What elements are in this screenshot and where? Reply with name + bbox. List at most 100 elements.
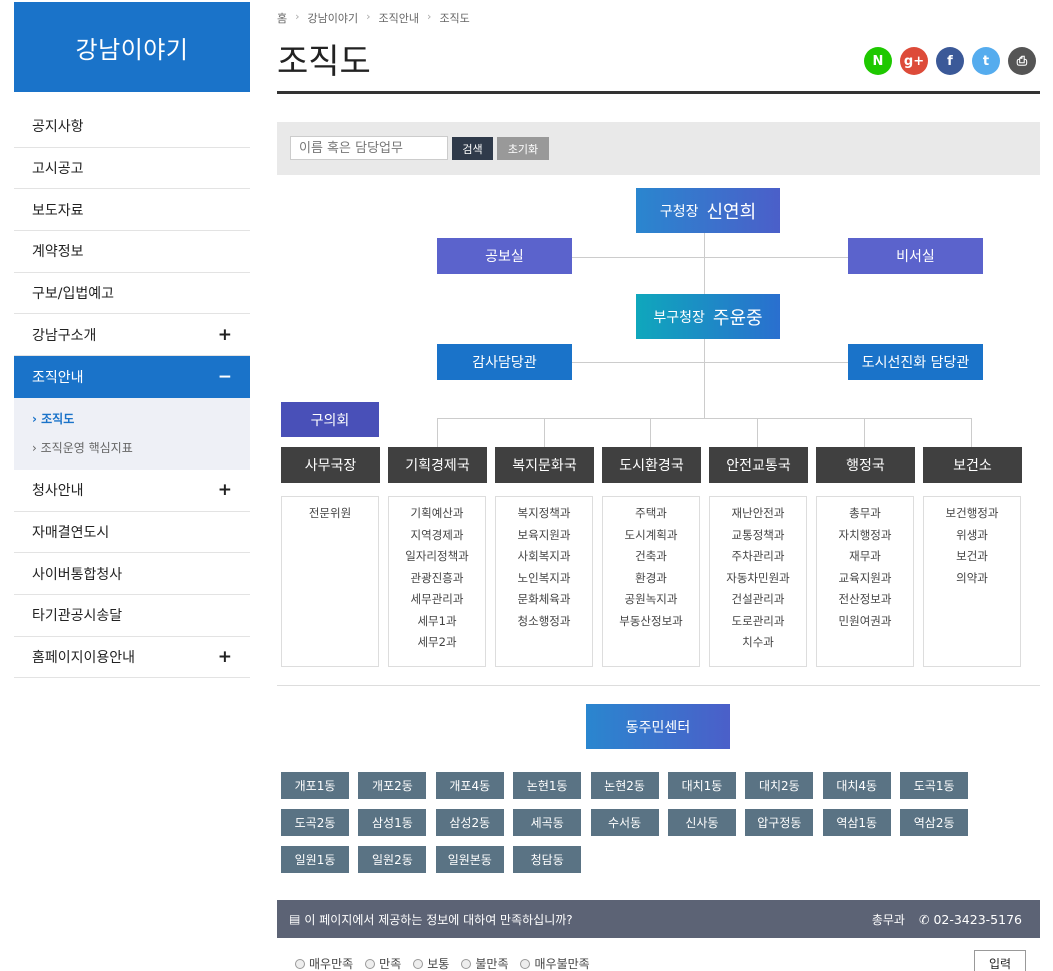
council-box[interactable]: 구의회 [281, 402, 379, 437]
sidebar-item[interactable]: 강남구소개 + [14, 314, 250, 357]
team-link[interactable]: 전산정보과 [817, 589, 913, 611]
department-header[interactable]: 안전교통국 [709, 447, 808, 483]
team-link[interactable]: 전문위원 [282, 503, 378, 525]
team-link[interactable]: 재무과 [817, 546, 913, 568]
urban-officer-box[interactable]: 도시선진화 담당관 [848, 344, 983, 380]
submenu-item[interactable]: › 조직도 [32, 404, 232, 433]
site-title[interactable]: 강남이야기 [14, 2, 250, 92]
team-link[interactable]: 기획예산과 [389, 503, 485, 525]
dong-button[interactable]: 세곡동 [513, 809, 582, 836]
survey-radio-option[interactable]: 매우불만족 [520, 955, 590, 971]
dong-button[interactable]: 수서동 [590, 809, 659, 836]
dong-button[interactable]: 일원1동 [281, 846, 349, 873]
dong-button[interactable]: 역삼1동 [822, 809, 891, 836]
submenu-item[interactable]: › 조직운영 핵심지표 [32, 433, 232, 462]
survey-radio-option[interactable]: 만족 [365, 955, 401, 971]
google-plus-icon[interactable]: g+ [900, 47, 928, 75]
survey-submit-button[interactable]: 입력 [974, 950, 1026, 971]
sidebar-item[interactable]: 자매결연도시 [14, 512, 250, 554]
team-link[interactable]: 도시계획과 [603, 525, 699, 547]
pr-office-box[interactable]: 공보실 [437, 238, 572, 274]
radio-button[interactable] [520, 958, 531, 969]
team-link[interactable]: 건축과 [603, 546, 699, 568]
reset-button[interactable]: 초기화 [497, 137, 549, 160]
dong-button[interactable]: 개포4동 [435, 772, 504, 799]
team-link[interactable]: 보건과 [924, 546, 1020, 568]
team-link[interactable]: 민원여권과 [817, 611, 913, 633]
team-link[interactable]: 세무2과 [389, 632, 485, 654]
deputy-mayor-box[interactable]: 부구청장 주윤중 [636, 294, 780, 339]
dong-button[interactable]: 일원2동 [358, 846, 427, 873]
team-link[interactable]: 보건행정과 [924, 503, 1020, 525]
team-link[interactable]: 위생과 [924, 525, 1020, 547]
team-link[interactable]: 사회복지과 [496, 546, 592, 568]
dong-button[interactable]: 대치2동 [745, 772, 814, 799]
search-input[interactable] [290, 136, 448, 160]
team-link[interactable]: 세무1과 [389, 611, 485, 633]
dong-button[interactable]: 논현2동 [590, 772, 659, 799]
dong-button[interactable]: 청담동 [513, 846, 582, 873]
dong-button[interactable]: 개포1동 [281, 772, 349, 799]
audit-officer-box[interactable]: 감사담당관 [437, 344, 572, 380]
dong-button[interactable]: 도곡1동 [900, 772, 969, 799]
department-header[interactable]: 도시환경국 [602, 447, 701, 483]
team-link[interactable]: 공원녹지과 [603, 589, 699, 611]
twitter-icon[interactable]: t [972, 47, 1000, 75]
mayor-box[interactable]: 구청장 신연희 [636, 188, 780, 233]
radio-button[interactable] [461, 958, 472, 969]
team-link[interactable]: 주택과 [603, 503, 699, 525]
team-link[interactable]: 교육지원과 [817, 568, 913, 590]
sidebar-item[interactable]: 청사안내 + [14, 470, 250, 512]
team-link[interactable]: 환경과 [603, 568, 699, 590]
team-link[interactable]: 보육지원과 [496, 525, 592, 547]
dong-button[interactable]: 논현1동 [513, 772, 582, 799]
survey-radio-option[interactable]: 보통 [413, 955, 449, 971]
dong-button[interactable]: 삼성1동 [358, 809, 427, 836]
dong-button[interactable]: 대치4동 [822, 772, 891, 799]
sidebar-item[interactable]: 고시공고 [14, 148, 250, 190]
naver-icon[interactable]: N [864, 47, 892, 75]
facebook-icon[interactable]: f [936, 47, 964, 75]
radio-button[interactable] [413, 958, 424, 969]
team-link[interactable]: 주차관리과 [710, 546, 806, 568]
team-link[interactable]: 도로관리과 [710, 611, 806, 633]
department-header[interactable]: 행정국 [816, 447, 915, 483]
breadcrumb-item[interactable]: 조직도 [439, 10, 469, 26]
team-link[interactable]: 부동산정보과 [603, 611, 699, 633]
breadcrumb-item[interactable]: 홈 [277, 10, 287, 26]
team-link[interactable]: 자치행정과 [817, 525, 913, 547]
dong-button[interactable]: 일원본동 [435, 846, 504, 873]
team-link[interactable]: 치수과 [710, 632, 806, 654]
print-icon[interactable]: ⎙ [1008, 47, 1036, 75]
team-link[interactable]: 의약과 [924, 568, 1020, 590]
team-link[interactable]: 관광진흥과 [389, 568, 485, 590]
team-link[interactable]: 지역경제과 [389, 525, 485, 547]
team-link[interactable]: 교통정책과 [710, 525, 806, 547]
breadcrumb-item[interactable]: 강남이야기 [308, 10, 359, 26]
team-link[interactable]: 총무과 [817, 503, 913, 525]
team-link[interactable]: 문화체육과 [496, 589, 592, 611]
survey-radio-option[interactable]: 매우만족 [295, 955, 353, 971]
radio-button[interactable] [295, 958, 305, 969]
sidebar-item[interactable]: 보도자료 [14, 189, 250, 232]
sidebar-item[interactable]: 사이버통합청사 [14, 553, 250, 595]
team-link[interactable]: 자동차민원과 [710, 568, 806, 590]
radio-button[interactable] [365, 958, 376, 969]
dong-button[interactable]: 압구정동 [745, 809, 814, 836]
team-link[interactable]: 청소행정과 [496, 611, 592, 633]
team-link[interactable]: 재난안전과 [710, 503, 806, 525]
dong-button[interactable]: 신사동 [667, 809, 736, 836]
team-link[interactable]: 복지정책과 [496, 503, 592, 525]
community-center-box[interactable]: 동주민센터 [586, 704, 730, 749]
survey-radio-option[interactable]: 불만족 [461, 955, 508, 971]
team-link[interactable]: 일자리정책과 [389, 546, 485, 568]
sidebar-item[interactable]: 홈페이지이용안내 + [14, 637, 250, 679]
sidebar-item[interactable]: 구보/입법예고 [14, 273, 250, 315]
department-header[interactable]: 보건소 [923, 447, 1022, 483]
dong-button[interactable]: 삼성2동 [435, 809, 504, 836]
sidebar-item[interactable]: 계약정보 [14, 231, 250, 273]
department-header[interactable]: 사무국장 [281, 447, 380, 483]
sidebar-item[interactable]: 공지사항 [14, 106, 250, 148]
team-link[interactable]: 건설관리과 [710, 589, 806, 611]
department-header[interactable]: 기획경제국 [388, 447, 487, 483]
